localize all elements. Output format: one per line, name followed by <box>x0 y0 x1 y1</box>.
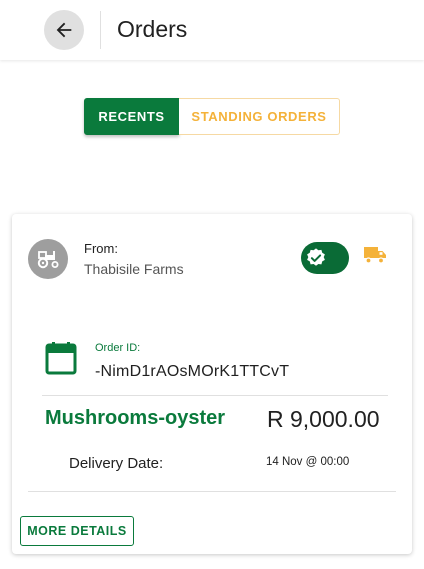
product-name: Mushrooms-oyster <box>45 407 226 429</box>
verified-badge-icon <box>307 248 325 266</box>
supplier-name: Thabisile Farms <box>84 261 184 277</box>
tab-standing-orders[interactable]: STANDING ORDERS <box>179 98 340 135</box>
order-id-value: -NimD1rAOsMOrK1TTCvT <box>95 363 290 380</box>
supplier-avatar <box>28 239 68 279</box>
tractor-icon <box>37 251 59 269</box>
order-id-label: Order ID: <box>95 342 141 354</box>
more-details-button[interactable]: MORE DETAILS <box>20 516 134 546</box>
app-bar: Orders <box>0 0 424 60</box>
tab-recents[interactable]: RECENTS <box>84 98 179 135</box>
divider <box>28 491 396 492</box>
order-tabs: RECENTS STANDING ORDERS <box>84 98 340 135</box>
header-divider <box>100 11 101 49</box>
from-label: From: <box>84 241 118 256</box>
calendar-icon <box>45 342 77 375</box>
truck-icon <box>364 247 386 264</box>
product-price: R 9,000.00 <box>267 406 380 432</box>
order-status-toggle[interactable] <box>301 242 349 274</box>
delivery-date-value: 14 Nov @ 00:00 <box>266 456 350 468</box>
back-button[interactable] <box>44 10 84 50</box>
arrow-left-icon <box>56 22 72 38</box>
page-title: Orders <box>117 16 188 42</box>
divider <box>42 395 388 396</box>
delivery-date-label: Delivery Date: <box>69 455 164 472</box>
order-card: From: Thabisile Farms Order ID: -NimD1rA… <box>12 214 412 554</box>
